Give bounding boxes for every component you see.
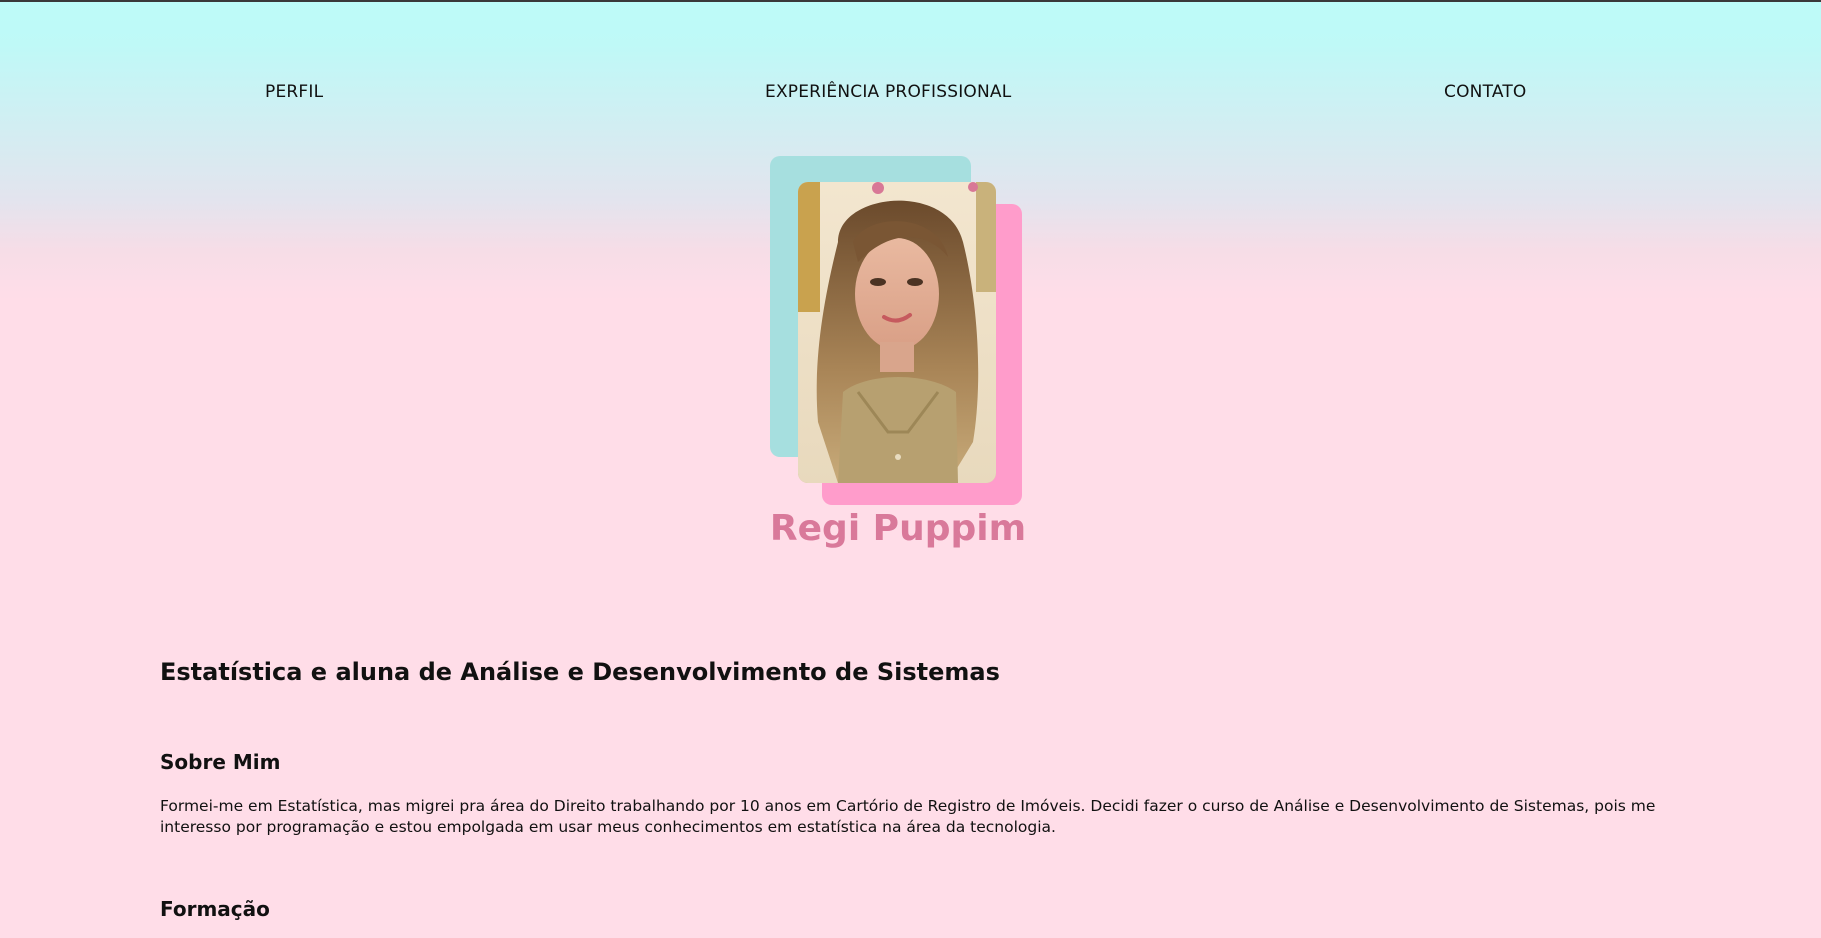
nav-link-experiencia-profissional[interactable]: EXPERIÊNCIA PROFISSIONAL — [765, 82, 1011, 102]
profile-photo-container — [770, 156, 1024, 506]
top-border — [0, 0, 1821, 2]
about-section-title: Sobre Mim — [160, 750, 281, 774]
profile-name: Regi Puppim — [769, 508, 1027, 549]
about-section-text: Formei-me em Estatística, mas migrei pra… — [160, 797, 1656, 836]
profile-photo — [798, 182, 996, 483]
profile-headline: Estatística e aluna de Análise e Desenvo… — [160, 658, 1000, 686]
nav-link-perfil[interactable]: PERFIL — [265, 82, 323, 102]
formacao-section-title: Formação — [160, 897, 270, 921]
nav-link-contato[interactable]: CONTATO — [1444, 82, 1527, 102]
